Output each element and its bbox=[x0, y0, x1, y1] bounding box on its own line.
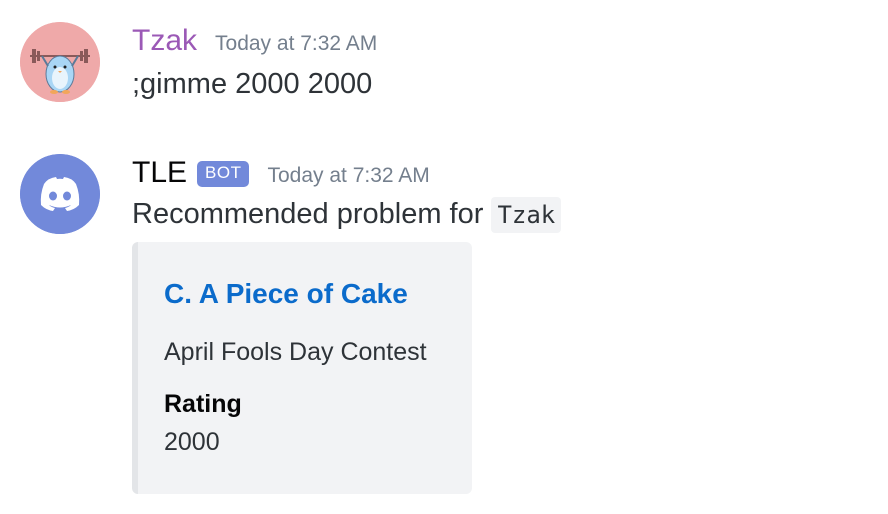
discord-logo-icon bbox=[20, 154, 100, 234]
bot-avatar[interactable] bbox=[20, 154, 100, 234]
bot-badge: BOT bbox=[197, 161, 250, 187]
weightlifting-penguin-avatar-icon bbox=[20, 22, 100, 102]
embed-field-name: Rating bbox=[164, 390, 242, 418]
message-header: TLE BOT Today at 7:32 AM bbox=[132, 156, 430, 191]
message-header: Tzak Today at 7:32 AM bbox=[132, 24, 377, 58]
message-item: Tzak Today at 7:32 AM ;gimme 2000 2000 bbox=[0, 22, 888, 112]
embed-description: April Fools Day Contest bbox=[164, 338, 427, 366]
message-content: Recommended problem for Tzak bbox=[132, 197, 562, 233]
user-avatar[interactable] bbox=[20, 22, 100, 102]
problem-embed: C. A Piece of Cake April Fools Day Conte… bbox=[132, 242, 472, 494]
message-text: Recommended problem for bbox=[132, 198, 492, 230]
timestamp: Today at 7:32 AM bbox=[215, 32, 378, 55]
inline-code: Tzak bbox=[491, 197, 562, 233]
embed-field-value: 2000 bbox=[164, 428, 220, 456]
embed-title-link[interactable]: C. A Piece of Cake bbox=[164, 278, 408, 310]
message-content: ;gimme 2000 2000 bbox=[132, 68, 373, 100]
username[interactable]: TLE bbox=[132, 156, 187, 190]
username[interactable]: Tzak bbox=[132, 24, 197, 58]
timestamp: Today at 7:32 AM bbox=[267, 164, 430, 187]
chat-messages: Tzak Today at 7:32 AM ;gimme 2000 2000 T… bbox=[0, 0, 888, 514]
